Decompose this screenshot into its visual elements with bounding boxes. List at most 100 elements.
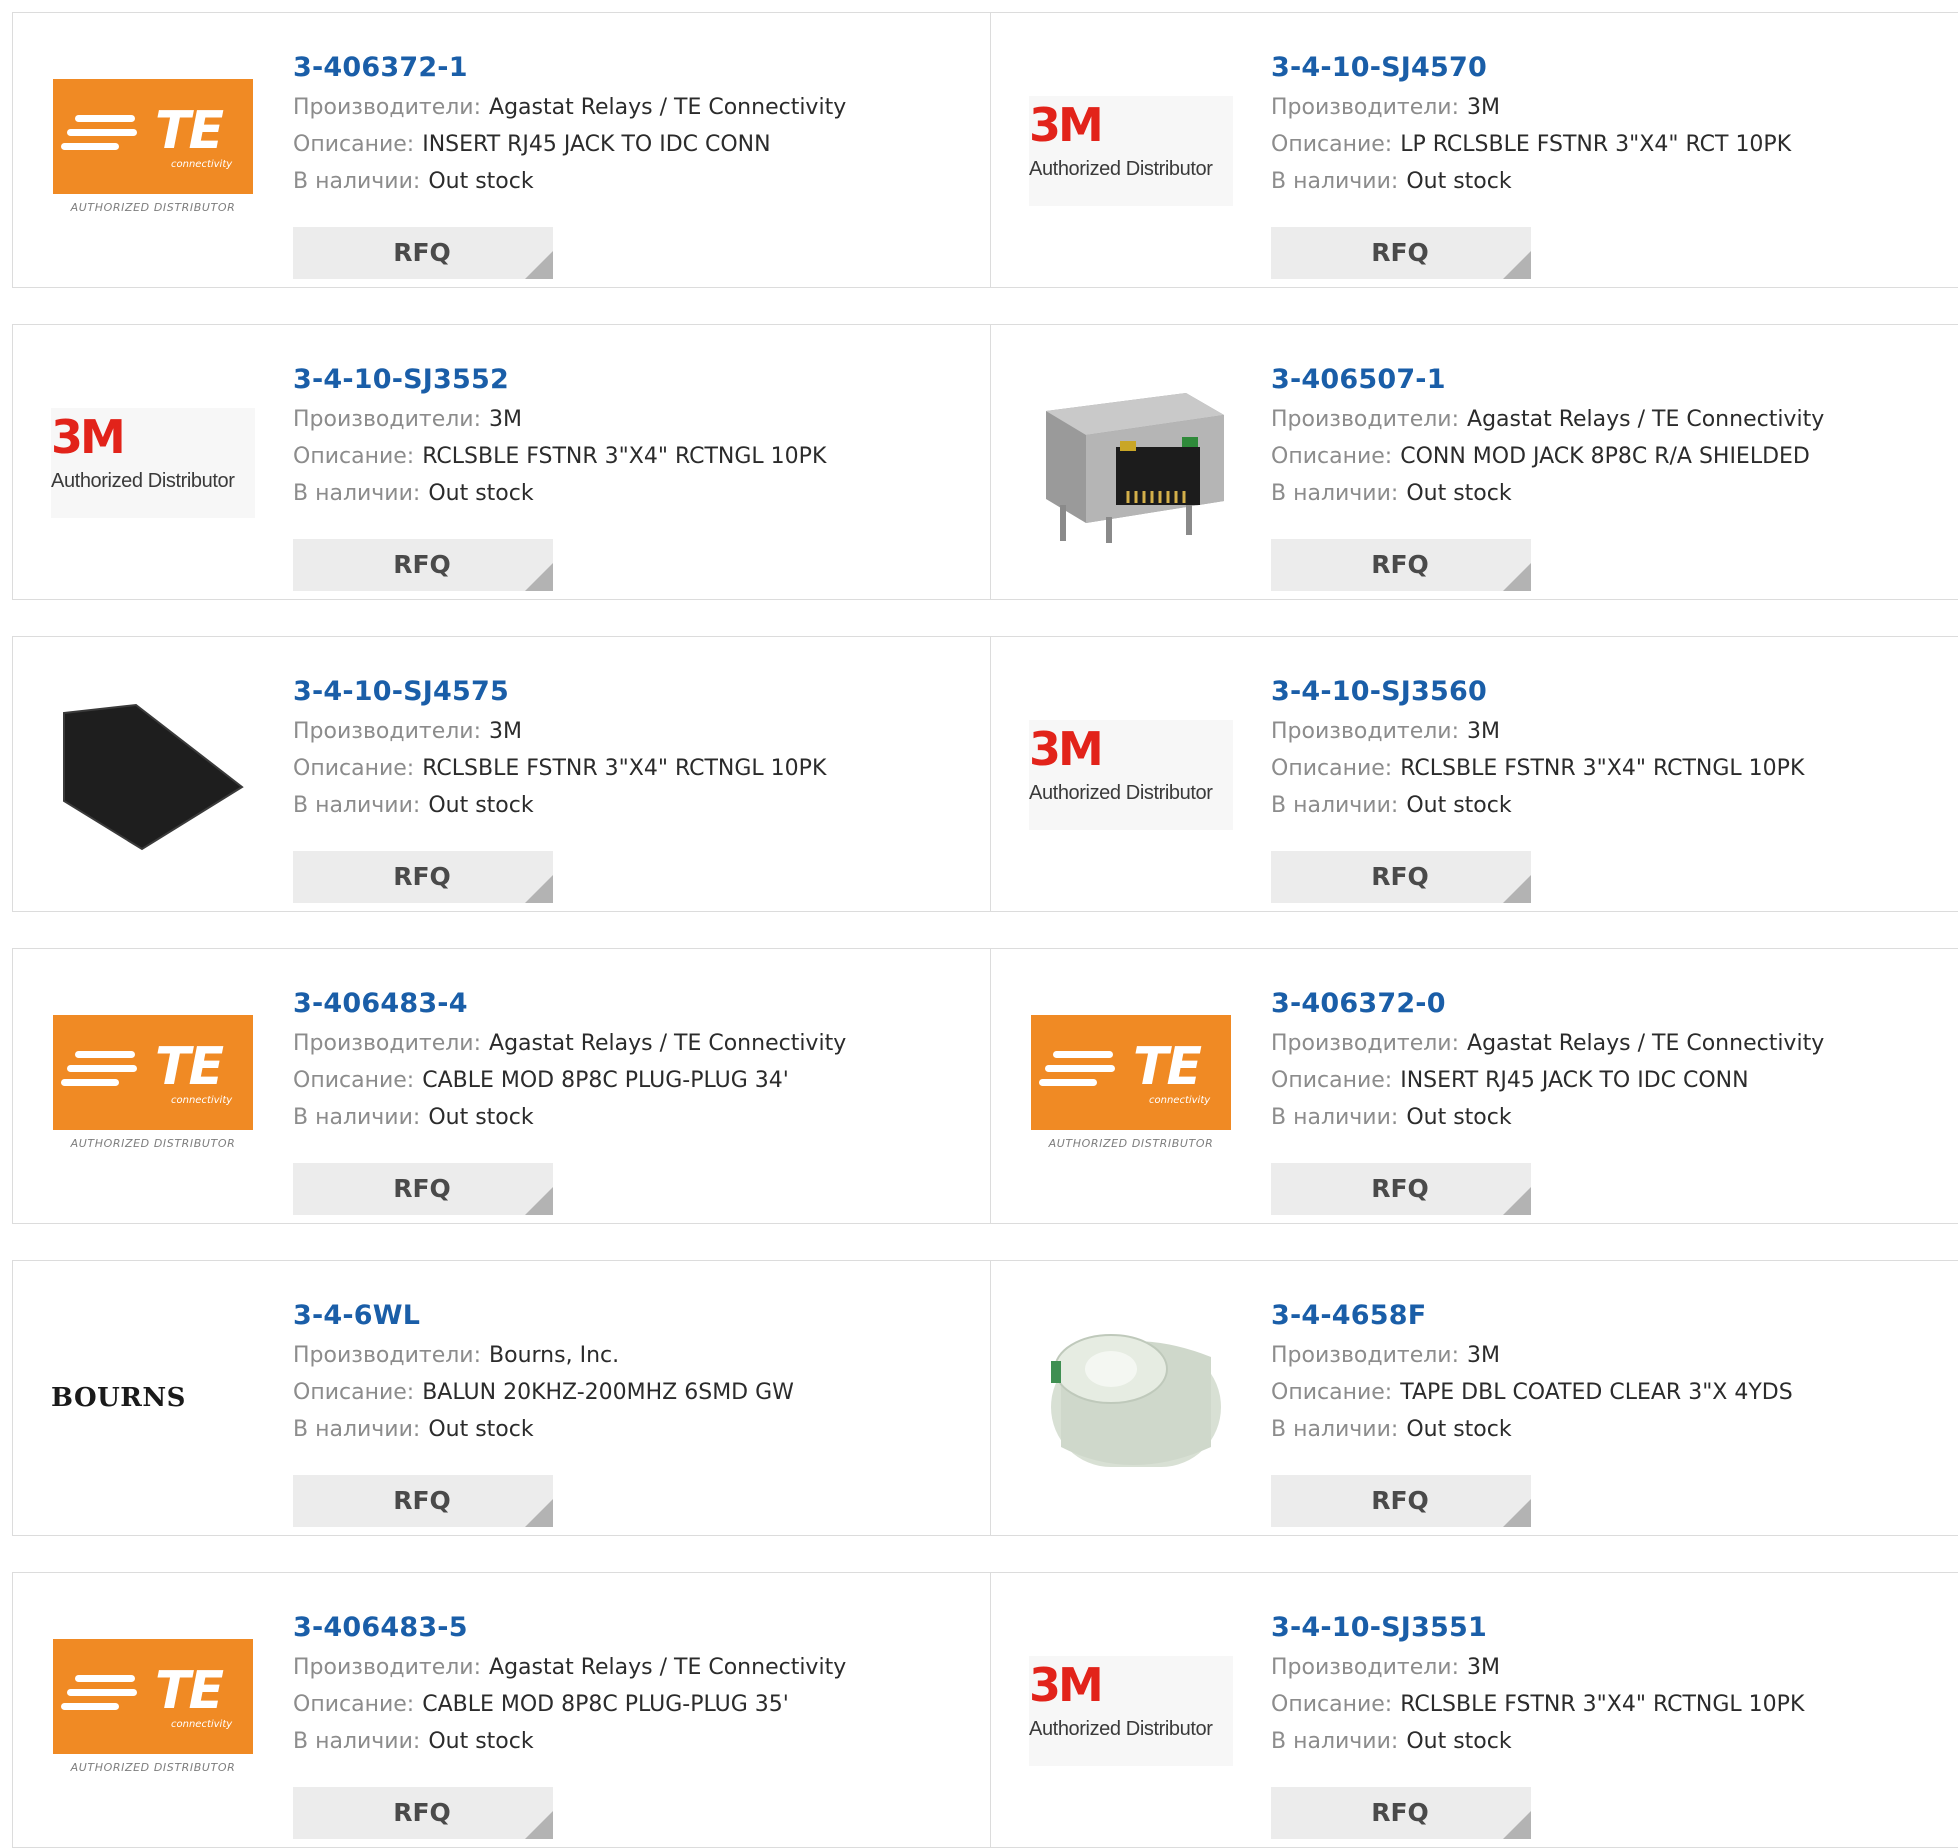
product-info: 3-4-4658F Производители: 3M Описание: TAPE…: [1271, 1295, 1793, 1527]
manufacturer-value: Agastat Relays / TE Connectivity: [489, 1655, 847, 1680]
part-number-link[interactable]: 3-4-4658F: [1271, 1295, 1793, 1337]
stock-row: В наличии: Out stock: [293, 163, 846, 200]
description-row: Описание: INSERT RJ45 JACK TO IDC CONN: [1271, 1062, 1824, 1099]
part-number-link[interactable]: 3-4-10-SJ4575: [293, 671, 826, 713]
manufacturer-value: 3M: [489, 719, 523, 744]
rfq-corner-decoration: [525, 1187, 553, 1215]
stock-value: Out stock: [1406, 1417, 1512, 1442]
product-thumbnail: TE connectivity AUTHORIZED DISTRIBUTOR: [51, 69, 255, 233]
part-number-link[interactable]: 3-4-10-SJ3551: [1271, 1607, 1804, 1649]
rfq-corner-decoration: [1503, 1499, 1531, 1527]
rfq-corner-decoration: [525, 1499, 553, 1527]
stock-label: В наличии:: [293, 1417, 421, 1442]
description-label: Описание:: [1271, 132, 1393, 157]
part-number-link[interactable]: 3-4-6WL: [293, 1295, 794, 1337]
rfq-button[interactable]: RFQ: [293, 539, 553, 591]
description-value: INSERT RJ45 JACK TO IDC CONN: [1400, 1068, 1749, 1093]
stock-label: В наличии:: [1271, 1105, 1399, 1130]
rfq-button[interactable]: RFQ: [293, 1475, 553, 1527]
part-number-link[interactable]: 3-4-10-SJ4570: [1271, 47, 1791, 89]
manufacturer-row: Производители: Bourns, Inc.: [293, 1337, 794, 1374]
description-row: Описание: BALUN 20KHZ-200MHZ 6SMD GW: [293, 1374, 794, 1411]
part-number-link[interactable]: 3-4-10-SJ3560: [1271, 671, 1804, 713]
stock-row: В наличии: Out stock: [293, 1411, 794, 1448]
rfq-button-label: RFQ: [393, 1798, 451, 1827]
bourns-logo: BOURNS: [51, 1383, 186, 1413]
part-number-link[interactable]: 3-406483-4: [293, 983, 846, 1025]
description-row: Описание: RCLSBLE FSTNR 3"X4" RCTNGL 10PK: [1271, 1686, 1804, 1723]
description-label: Описание:: [293, 756, 415, 781]
stock-value: Out stock: [428, 1105, 534, 1130]
description-label: Описание:: [293, 1068, 415, 1093]
te-connectivity-logo: TE connectivity AUTHORIZED DISTRIBUTOR: [53, 1015, 253, 1159]
part-number-link[interactable]: 3-406372-0: [1271, 983, 1824, 1025]
manufacturer-value: Agastat Relays / TE Connectivity: [1467, 1031, 1825, 1056]
description-value: BALUN 20KHZ-200MHZ 6SMD GW: [422, 1380, 794, 1405]
rfq-button[interactable]: RFQ: [293, 227, 553, 279]
rfq-button[interactable]: RFQ: [1271, 1787, 1531, 1839]
product-card: 3-4-4658F Производители: 3M Описание: TAPE…: [990, 1260, 1958, 1536]
description-row: Описание: CABLE MOD 8P8C PLUG-PLUG 34': [293, 1062, 846, 1099]
rfq-button[interactable]: RFQ: [1271, 851, 1531, 903]
description-row: Описание: CONN MOD JACK 8P8C R/A SHIELDED: [1271, 438, 1824, 475]
product-info: 3-4-10-SJ4570 Производители: 3M Описание:…: [1271, 47, 1791, 279]
manufacturer-value: Agastat Relays / TE Connectivity: [489, 95, 847, 120]
part-number-link[interactable]: 3-406507-1: [1271, 359, 1824, 401]
manufacturer-label: Производители:: [293, 1655, 482, 1680]
rfq-button[interactable]: RFQ: [293, 851, 553, 903]
manufacturer-value: 3M: [1467, 95, 1501, 120]
manufacturer-value: Agastat Relays / TE Connectivity: [489, 1031, 847, 1056]
manufacturer-value: Bourns, Inc.: [489, 1343, 620, 1368]
manufacturer-label: Производители:: [1271, 1031, 1460, 1056]
stock-label: В наличии:: [293, 1729, 421, 1754]
product-card: 3M Authorized Distributor 3-4-10-SJ3560 …: [990, 636, 1958, 912]
manufacturer-row: Производители: Agastat Relays / TE Connec…: [293, 1025, 846, 1062]
product-info: 3-4-10-SJ3560 Производители: 3M Описание:…: [1271, 671, 1804, 903]
rfq-button[interactable]: RFQ: [1271, 1475, 1531, 1527]
part-number-link[interactable]: 3-406483-5: [293, 1607, 846, 1649]
rfq-button[interactable]: RFQ: [1271, 1163, 1531, 1215]
description-label: Описание:: [1271, 1380, 1393, 1405]
product-thumbnail: [1029, 381, 1233, 545]
3m-logo: 3M Authorized Distributor: [1029, 96, 1233, 206]
rfq-button[interactable]: RFQ: [293, 1163, 553, 1215]
part-number-link[interactable]: 3-4-10-SJ3552: [293, 359, 826, 401]
product-info: 3-406372-0 Производители: Agastat Relays …: [1271, 983, 1825, 1215]
part-number-link[interactable]: 3-406372-1: [293, 47, 846, 89]
stock-row: В наличии: Out stock: [293, 1099, 846, 1136]
description-label: Описание:: [293, 1692, 415, 1717]
product-info: 3-4-6WL Производители: Bourns, Inc. Описа…: [293, 1295, 794, 1527]
product-card: 3M Authorized Distributor 3-4-10-SJ3552 …: [12, 324, 991, 600]
manufacturer-row: Производители: Agastat Relays / TE Connec…: [1271, 401, 1824, 438]
stock-row: В наличии: Out stock: [1271, 1411, 1793, 1448]
manufacturer-row: Производители: Agastat Relays / TE Connec…: [293, 89, 846, 126]
rfq-button[interactable]: RFQ: [1271, 227, 1531, 279]
description-value: RCLSBLE FSTNR 3"X4" RCTNGL 10PK: [1400, 1692, 1805, 1717]
rfq-corner-decoration: [525, 875, 553, 903]
stock-label: В наличии:: [1271, 169, 1399, 194]
te-connectivity-logo: TE connectivity AUTHORIZED DISTRIBUTOR: [53, 79, 253, 223]
rfq-button-label: RFQ: [1371, 550, 1429, 579]
description-row: Описание: INSERT RJ45 JACK TO IDC CONN: [293, 126, 846, 163]
stock-row: В наличии: Out stock: [293, 475, 826, 512]
rfq-button-label: RFQ: [393, 238, 451, 267]
te-connectivity-logo: TE connectivity AUTHORIZED DISTRIBUTOR: [1031, 1015, 1231, 1159]
description-label: Описание:: [1271, 756, 1393, 781]
rfq-button-label: RFQ: [1371, 238, 1429, 267]
3m-logo: 3M Authorized Distributor: [1029, 720, 1233, 830]
stock-value: Out stock: [428, 1729, 534, 1754]
manufacturer-label: Производители:: [293, 95, 482, 120]
stock-label: В наличии:: [293, 169, 421, 194]
rfq-button-label: RFQ: [393, 1174, 451, 1203]
stock-value: Out stock: [428, 1417, 534, 1442]
description-value: RCLSBLE FSTNR 3"X4" RCTNGL 10PK: [422, 444, 827, 469]
product-card: 3-406507-1 Производители: Agastat Relays …: [990, 324, 1958, 600]
manufacturer-label: Производители:: [1271, 719, 1460, 744]
manufacturer-row: Производители: 3M: [293, 713, 826, 750]
rfq-button[interactable]: RFQ: [1271, 539, 1531, 591]
product-grid: TE connectivity AUTHORIZED DISTRIBUTOR 3…: [0, 0, 1958, 1848]
rfq-button[interactable]: RFQ: [293, 1787, 553, 1839]
stock-row: В наличии: Out stock: [1271, 1723, 1804, 1760]
stock-label: В наличии:: [1271, 481, 1399, 506]
stock-value: Out stock: [428, 481, 534, 506]
